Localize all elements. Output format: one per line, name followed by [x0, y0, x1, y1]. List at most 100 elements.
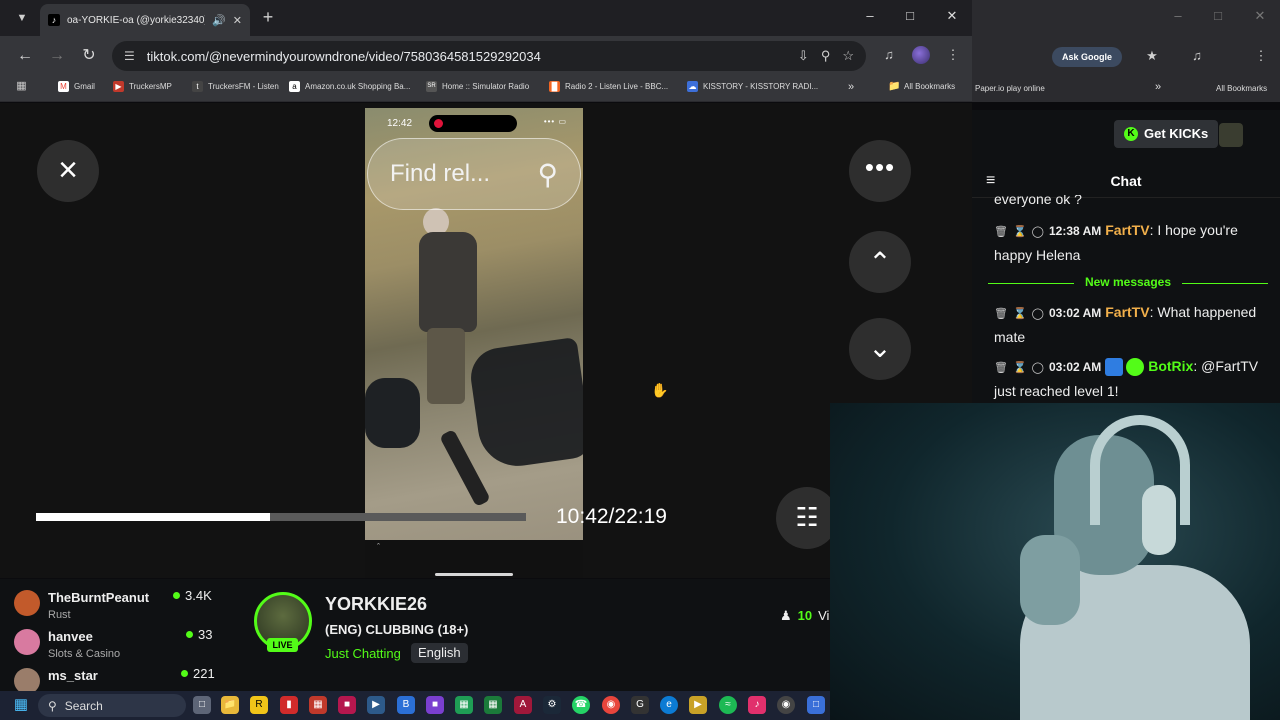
- reload-icon[interactable]: ↻: [79, 46, 99, 66]
- chrome-icon[interactable]: ◉: [602, 696, 620, 714]
- previous-video-button[interactable]: ⌃: [849, 231, 911, 293]
- chat-username[interactable]: BotRix: [1148, 358, 1193, 374]
- minimize-icon[interactable]: –: [860, 8, 880, 23]
- get-kicks-button[interactable]: K Get KICKs: [1114, 120, 1219, 148]
- app-g-icon[interactable]: G: [631, 696, 649, 714]
- star-icon[interactable]: ★: [1143, 48, 1161, 64]
- video-progress-bar[interactable]: [36, 513, 526, 521]
- video-frame[interactable]: 12:42 ••• ▭ Find rel... ⚲ ˆ: [365, 108, 583, 578]
- bookmark-kisstory[interactable]: ☁ KISSTORY - KISSTORY RADI...: [687, 81, 818, 92]
- app-obs-icon[interactable]: ◉: [777, 696, 795, 714]
- more-options-button[interactable]: •••: [849, 140, 911, 202]
- ask-google-button[interactable]: Ask Google: [1052, 47, 1123, 67]
- tab-search-icon[interactable]: ▼: [10, 7, 34, 29]
- profile-avatar[interactable]: [912, 46, 930, 64]
- minimize-icon[interactable]: –: [1168, 8, 1188, 23]
- tab-tiktok[interactable]: ♪ oa-YORKIE-oa (@yorkie32340) | TikTo 🔊 …: [40, 4, 250, 36]
- app-a-icon[interactable]: A: [514, 696, 532, 714]
- restore-icon[interactable]: □: [1208, 8, 1228, 23]
- all-bookmarks[interactable]: All Bookmarks: [1216, 84, 1267, 93]
- delete-icon[interactable]: 🗑: [994, 362, 1008, 374]
- app-truck-icon[interactable]: ▶: [367, 696, 385, 714]
- app-red-icon[interactable]: ▮: [280, 696, 298, 714]
- menu-icon[interactable]: ⋮: [1252, 48, 1270, 64]
- streamer-name[interactable]: YORKKIE26: [325, 594, 427, 615]
- install-icon[interactable]: ⇩: [798, 48, 809, 64]
- ban-icon[interactable]: ◯: [1032, 362, 1044, 374]
- new-tab-button[interactable]: +: [258, 7, 278, 27]
- audio-icon[interactable]: 🔊: [212, 14, 226, 27]
- star-icon[interactable]: ☆: [842, 48, 854, 64]
- app-excel-icon[interactable]: ▦: [484, 696, 502, 714]
- file-explorer-icon[interactable]: 📁: [221, 696, 239, 714]
- app-yellow-icon[interactable]: ▶: [689, 696, 707, 714]
- signal-icon: ••• ▭: [543, 117, 567, 126]
- chat-username[interactable]: FartTV: [1105, 222, 1149, 238]
- address-bar[interactable]: ☰ tiktok.com/@nevermindyourowndrone/vide…: [112, 41, 866, 71]
- task-view-icon[interactable]: □: [193, 696, 211, 714]
- spotify-icon[interactable]: ≈: [719, 696, 737, 714]
- tab-strip: ▼ ♪ oa-YORKIE-oa (@yorkie32340) | TikTo …: [0, 0, 972, 36]
- timeout-icon[interactable]: ⌛: [1013, 362, 1027, 374]
- next-video-button[interactable]: ⌄: [849, 318, 911, 380]
- recommended-channel[interactable]: hanvee Slots & Casino: [14, 629, 120, 660]
- forward-icon[interactable]: →: [47, 46, 67, 66]
- bookmark-radio2[interactable]: █ Radio 2 - Listen Live - BBC...: [549, 81, 668, 92]
- chat-username[interactable]: FartTV: [1105, 304, 1149, 320]
- user-avatar[interactable]: [1219, 123, 1243, 147]
- tab-close-icon[interactable]: ✕: [233, 14, 242, 27]
- recommended-channel[interactable]: TheBurntPeanut Rust: [14, 590, 149, 621]
- maximize-icon[interactable]: □: [900, 8, 920, 23]
- window-close-icon[interactable]: ✕: [942, 8, 962, 24]
- app-tracker-icon[interactable]: ▦: [309, 696, 327, 714]
- windows-start-icon[interactable]: ▦: [12, 696, 30, 714]
- steam-icon[interactable]: ⚙: [543, 696, 561, 714]
- window-close-icon[interactable]: ✕: [1250, 8, 1270, 24]
- app-green-icon[interactable]: ▦: [455, 696, 473, 714]
- ban-icon[interactable]: ◯: [1032, 226, 1044, 238]
- timeout-icon[interactable]: ⌛: [1013, 308, 1027, 320]
- menu-icon[interactable]: ⋮: [944, 47, 962, 63]
- channel-viewers: 3.4K: [173, 588, 212, 603]
- site-info-icon[interactable]: ☰: [124, 49, 135, 63]
- app-b-icon[interactable]: B: [397, 696, 415, 714]
- media-control-icon[interactable]: ♫: [1188, 48, 1206, 63]
- close-video-button[interactable]: ×: [37, 140, 99, 202]
- picture-in-picture-button[interactable]: ☷: [776, 487, 838, 549]
- search-icon: ⚲: [537, 158, 558, 190]
- bookmarks-overflow-icon[interactable]: »: [1155, 81, 1161, 93]
- media-control-icon[interactable]: ♫: [880, 47, 898, 62]
- bookmark-paperio[interactable]: Paper.io play online: [975, 84, 1045, 93]
- chat-header: ≡ Chat: [972, 166, 1280, 198]
- taskbar-search[interactable]: ⚲ Search: [38, 694, 186, 717]
- back-icon[interactable]: ←: [15, 46, 35, 66]
- delete-icon[interactable]: 🗑: [994, 226, 1008, 238]
- bookmarks-overflow-icon[interactable]: »: [848, 81, 854, 93]
- bookmark-gmail[interactable]: M Gmail: [58, 81, 95, 92]
- channel-name: ms_star: [48, 668, 98, 683]
- tiktok-app-icon[interactable]: ♪: [748, 696, 766, 714]
- delete-icon[interactable]: 🗑: [994, 308, 1008, 320]
- apps-icon[interactable]: ▦: [16, 81, 27, 92]
- radio-icon: █: [549, 81, 560, 92]
- bookmark-truckersfm[interactable]: t TruckersFM - Listen: [192, 81, 279, 92]
- caret-up-icon: ˆ: [377, 542, 380, 552]
- gmail-icon: M: [58, 81, 69, 92]
- ban-icon[interactable]: ◯: [1032, 308, 1044, 320]
- language-tag[interactable]: English: [411, 643, 468, 663]
- timeout-icon[interactable]: ⌛: [1013, 226, 1027, 238]
- bookmark-amazon[interactable]: a Amazon.co.uk Shopping Ba...: [289, 81, 410, 92]
- zoom-icon[interactable]: ⚲: [821, 48, 831, 64]
- bookmark-simulator-radio[interactable]: SR Home :: Simulator Radio: [426, 81, 529, 92]
- app-r-icon[interactable]: R: [250, 696, 268, 714]
- video-bottom-bar: ˆ: [365, 540, 583, 578]
- bookmark-truckersmp[interactable]: ▶ TruckersMP: [113, 81, 172, 92]
- edge-icon[interactable]: e: [660, 696, 678, 714]
- stream-viewer-count: ♟ 10 Vi: [780, 608, 830, 623]
- app-purple-icon[interactable]: ■: [426, 696, 444, 714]
- all-bookmarks[interactable]: 📁 All Bookmarks: [888, 81, 955, 92]
- app-blue-icon[interactable]: □: [807, 696, 825, 714]
- stream-category-link[interactable]: Just Chatting: [325, 646, 401, 661]
- app-pink-icon[interactable]: ■: [338, 696, 356, 714]
- whatsapp-icon[interactable]: ☎: [572, 696, 590, 714]
